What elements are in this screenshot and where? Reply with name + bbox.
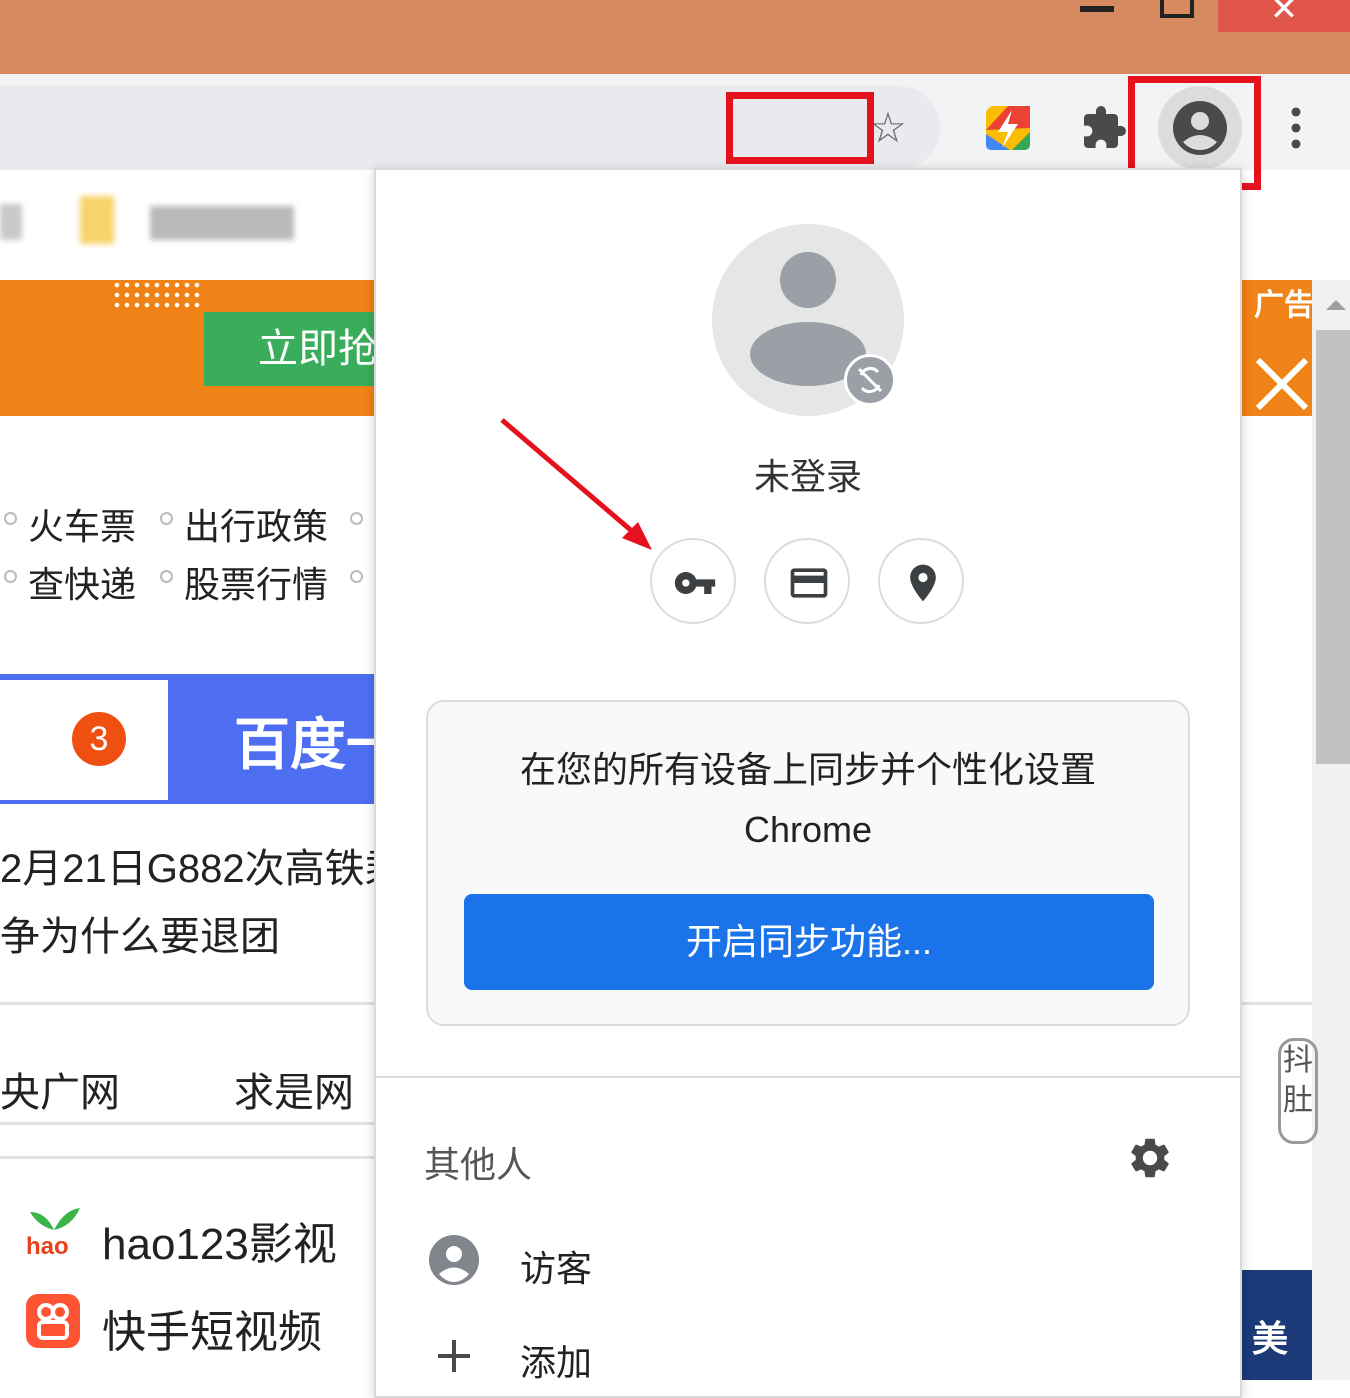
guest-avatar-icon (428, 1234, 480, 1286)
kebab-menu-icon[interactable] (1282, 104, 1310, 152)
scroll-up-icon[interactable] (1326, 300, 1346, 310)
plus-icon[interactable] (436, 1338, 472, 1374)
bullet (350, 512, 363, 525)
bullet (350, 570, 363, 583)
sync-promo-text: 在您的所有设备上同步并个性化设置 Chrome (430, 740, 1186, 860)
bullet (4, 570, 17, 583)
thunder-extension-icon[interactable] (982, 104, 1034, 152)
side-widget[interactable]: 抖 肚 (1278, 1038, 1318, 1144)
app-link[interactable]: 快手短视频 (102, 1296, 322, 1360)
kuaishou-logo-icon (26, 1294, 80, 1348)
window-title-bar (0, 0, 1350, 74)
quick-link[interactable]: 股票行情 (184, 556, 328, 608)
news-headline[interactable]: 争为什么要退团 (0, 904, 280, 962)
addresses-button[interactable] (878, 538, 964, 624)
promo-dots (112, 280, 204, 310)
minimize-icon[interactable] (1080, 6, 1114, 12)
side-ad-image[interactable]: 美 (1240, 1270, 1312, 1380)
puzzle-icon[interactable] (1080, 104, 1128, 152)
quick-link[interactable]: 出行政策 (184, 498, 328, 550)
divider (0, 1122, 376, 1125)
key-icon (674, 572, 716, 594)
add-profile-item[interactable]: 添加 (520, 1334, 592, 1386)
app-link[interactable]: hao123影视 (102, 1208, 337, 1272)
sync-off-icon (844, 354, 896, 406)
blurred-logo (80, 196, 114, 244)
ad-label: 广告 (1254, 289, 1314, 322)
site-link[interactable]: 央广网 (0, 1060, 120, 1118)
rank-badge: 3 (72, 712, 126, 766)
quick-link[interactable]: 火车票 (28, 498, 136, 550)
credit-card-icon (790, 568, 828, 598)
passwords-button[interactable] (650, 538, 736, 624)
divider (376, 1076, 1240, 1078)
maximize-icon[interactable] (1160, 0, 1194, 18)
divider (0, 1156, 376, 1159)
news-headline[interactable]: 2月21日G882次高铁乘 (0, 836, 405, 894)
turn-on-sync-button[interactable]: 开启同步功能... (464, 894, 1154, 990)
promo-button[interactable]: 立即抢 (204, 312, 376, 386)
blurred-logo (0, 204, 22, 240)
annotation-highlight-box (726, 92, 874, 164)
close-ad-icon[interactable] (1254, 356, 1310, 412)
scrollbar-thumb[interactable] (1316, 330, 1350, 764)
close-window-button[interactable]: ✕ (1218, 0, 1350, 32)
gear-icon[interactable] (1126, 1134, 1174, 1182)
payment-methods-button[interactable] (764, 538, 850, 624)
blurred-logo (150, 206, 294, 240)
site-link[interactable]: 求是网 (234, 1060, 354, 1118)
svg-text:hao: hao (26, 1233, 69, 1258)
annotation-arrow (500, 418, 652, 550)
bullet (160, 570, 173, 583)
location-pin-icon (910, 564, 936, 602)
guest-profile-item[interactable]: 访客 (520, 1240, 592, 1292)
other-people-heading: 其他人 (424, 1144, 533, 1185)
divider (1240, 1002, 1312, 1005)
quick-link[interactable]: 查快递 (28, 556, 136, 608)
sync-promo-line: 在您的所有设备上同步并个性化设置 (519, 749, 1096, 790)
hao123-logo-icon: hao (24, 1206, 84, 1260)
bullet (4, 512, 17, 525)
sync-promo-line: Chrome (743, 809, 873, 850)
bullet (160, 512, 173, 525)
divider (0, 1002, 376, 1005)
